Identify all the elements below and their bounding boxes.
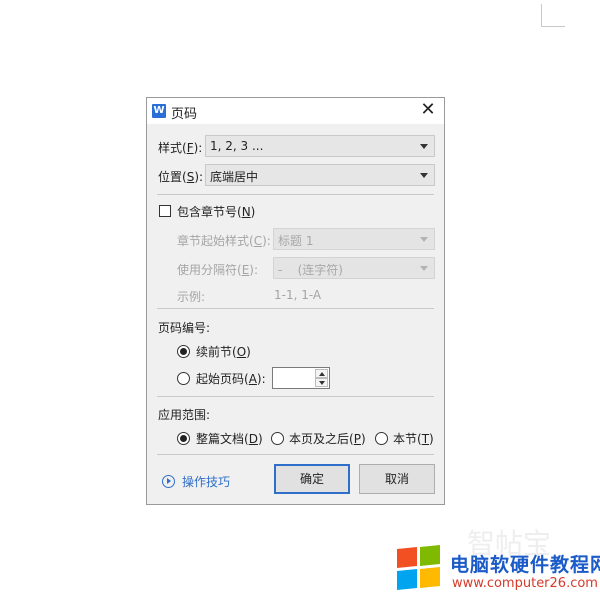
chevron-down-icon <box>420 173 428 178</box>
spin-up-icon[interactable] <box>315 369 328 378</box>
separator-label: 使用分隔符(E): <box>177 263 259 277</box>
page-corner-mark <box>541 4 565 27</box>
whole-document-label[interactable]: 整篇文档(D) <box>196 430 263 447</box>
style-value: 1, 2, 3 ... <box>210 139 264 153</box>
chapter-style-label: 章节起始样式(C): <box>177 234 271 248</box>
dialog-title: 页码 <box>171 107 198 122</box>
example-label: 示例: <box>177 290 206 304</box>
divider <box>157 308 434 309</box>
chevron-down-icon <box>420 266 428 271</box>
numbering-heading: 页码编号: <box>158 321 211 335</box>
example-value: 1-1, 1-A <box>274 288 322 302</box>
this-page-onward-radio[interactable] <box>271 432 284 445</box>
position-label: 位置(S): <box>158 170 204 184</box>
wps-writer-icon: W <box>152 104 166 118</box>
style-label: 样式(F): <box>158 141 203 155</box>
divider <box>157 396 434 397</box>
divider <box>157 454 434 455</box>
start-at-stepper[interactable] <box>272 367 330 389</box>
watermark-title: 电脑软硬件教程网 <box>450 554 600 576</box>
watermark-url: www.computer26.com <box>452 576 598 591</box>
this-section-radio[interactable] <box>375 432 388 445</box>
position-value: 底端居中 <box>210 170 259 184</box>
separator-dropdown[interactable]: - (连字符) <box>273 257 435 279</box>
tips-link[interactable]: 操作技巧 <box>182 473 230 490</box>
windows-logo-icon <box>397 544 443 592</box>
chapter-style-value: 标题 1 <box>278 234 314 248</box>
dialog-titlebar: W 页码 ✕ <box>147 98 444 124</box>
include-chapter-checkbox[interactable] <box>159 205 171 217</box>
chevron-down-icon <box>420 144 428 149</box>
separator-value: - (连字符) <box>278 263 343 277</box>
divider <box>157 194 434 195</box>
spin-down-icon[interactable] <box>315 378 328 387</box>
start-at-radio[interactable] <box>177 372 190 385</box>
whole-document-radio[interactable] <box>177 432 190 445</box>
chapter-style-dropdown[interactable]: 标题 1 <box>273 228 435 250</box>
style-dropdown[interactable]: 1, 2, 3 ... <box>205 135 435 157</box>
continue-label[interactable]: 续前节(O) <box>196 343 251 360</box>
cancel-button[interactable]: 取消 <box>359 464 435 494</box>
apply-heading: 应用范围: <box>158 408 211 422</box>
ok-button[interactable]: 确定 <box>274 464 350 494</box>
continue-radio[interactable] <box>177 345 190 358</box>
play-circle-icon[interactable] <box>162 475 175 488</box>
page-number-dialog: W 页码 ✕ 样式(F): 1, 2, 3 ... 位置(S): 底端居中 包含… <box>146 97 445 505</box>
include-chapter-label[interactable]: 包含章节号(N) <box>177 203 255 220</box>
start-at-label[interactable]: 起始页码(A): <box>196 370 266 387</box>
position-dropdown[interactable]: 底端居中 <box>205 164 435 186</box>
close-button[interactable]: ✕ <box>418 100 438 120</box>
chevron-down-icon <box>420 237 428 242</box>
this-page-onward-label[interactable]: 本页及之后(P) <box>289 430 366 447</box>
this-section-label[interactable]: 本节(T) <box>393 430 434 447</box>
